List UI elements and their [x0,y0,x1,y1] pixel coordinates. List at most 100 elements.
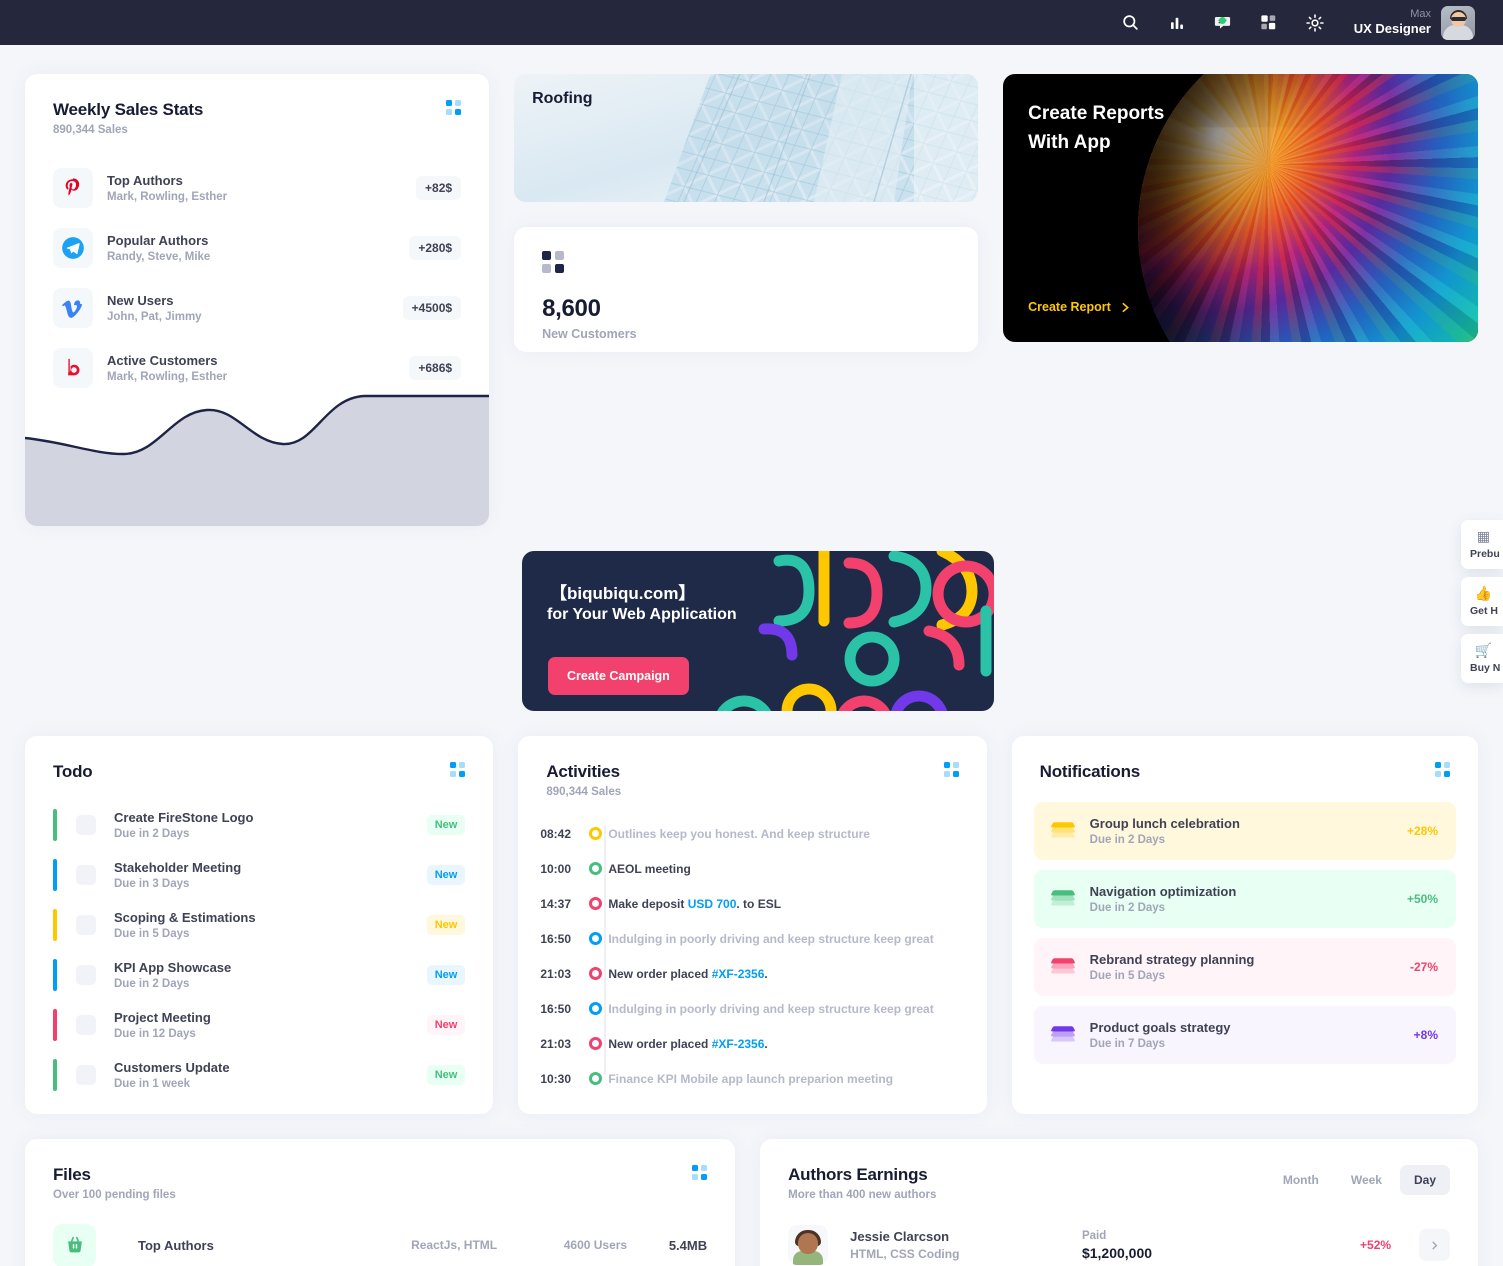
activities-subtitle: 890,344 Sales [546,786,622,798]
list-item-people: Randy, Steve, Mike [107,251,211,263]
status-badge: New [426,915,466,935]
list-item[interactable]: New Users John, Pat, Jimmy +4500$ [53,278,462,338]
avatar[interactable] [1441,5,1475,40]
activity-link[interactable]: USD 700 [688,897,737,911]
activities-options-icon[interactable] [943,762,959,777]
list-item-amount: +82$ [416,176,462,200]
todo-color-bar [53,1009,57,1041]
topbar-icon-group [1118,10,1328,36]
notification-title: Product goals strategy [1089,1020,1231,1035]
chat-icon[interactable] [1210,10,1236,36]
activity-time: 21:03 [540,966,572,981]
status-badge: New [426,865,466,885]
get-help-button[interactable]: 👍 Get H [1461,577,1503,626]
todo-title: KPI App Showcase [114,960,232,975]
apps-icon[interactable] [1256,10,1282,36]
new-customers-label: New Customers [542,327,637,341]
telegram-icon [53,228,93,268]
chevron-right-icon[interactable] [1419,1229,1450,1261]
buy-now-button[interactable]: 🛒 Buy N [1461,634,1503,683]
prebuilt-button[interactable]: ▦ Prebu [1461,520,1503,569]
paid-amount: $1,200,000 [1081,1244,1153,1261]
paid-label: Paid [1081,1229,1107,1242]
notification-due: Due in 2 Days [1089,902,1166,914]
file-size: 5.4MB [668,1237,708,1253]
timeline-dot-wrap [582,1002,608,1015]
list-item[interactable]: Product goals strategy Due in 7 Days +8% [1033,1006,1456,1064]
list-item-amount: +4500$ [402,296,462,320]
activity-text: Finance KPI Mobile app launch preparion … [608,1071,894,1086]
notifications-options-icon[interactable] [1435,762,1450,777]
files-subtitle: Over 100 pending files [53,1189,176,1201]
notification-title: Navigation optimization [1089,884,1237,899]
list-item[interactable]: Group lunch celebration Due in 2 Days +28% [1033,802,1456,860]
create-report-link[interactable]: Create Report [1028,300,1132,314]
list-item[interactable]: Customers Update Due in 1 week New [53,1050,466,1100]
list-item[interactable]: Project Meeting Due in 12 Days New [53,1000,466,1050]
todo-checkbox[interactable] [76,1065,96,1085]
chart-icon[interactable] [1164,10,1190,36]
search-icon[interactable] [1118,10,1144,36]
timeline-dot-icon [588,897,602,910]
list-item[interactable]: Popular Authors Randy, Steve, Mike +280$ [53,218,462,278]
user-menu[interactable]: Max UX Designer [1354,5,1475,40]
activity-time: 08:42 [540,826,572,841]
todo-checkbox[interactable] [76,1015,96,1035]
avatar [788,1225,829,1265]
todo-title: Project Meeting [114,1010,211,1025]
create-campaign-button[interactable]: Create Campaign [548,657,689,695]
activity-time: 14:37 [540,896,572,911]
todo-options-icon[interactable] [450,762,466,777]
table-row[interactable]: Jessie Clarcson HTML, CSS Coding Paid $1,20… [788,1215,1450,1266]
weekly-sales-list: Top Authors Mark, Rowling, Esther +82$ P… [25,136,489,398]
todo-checkbox[interactable] [76,965,96,985]
basket-icon [53,1223,96,1266]
activity-time: 10:30 [540,1071,572,1086]
todo-meta: Project Meeting Due in 12 Days [114,1010,427,1040]
files-title: Files [53,1165,91,1184]
create-reports-card[interactable]: Create Reports With App Create Report [1003,74,1478,342]
activity-link[interactable]: #XF-2356 [712,1037,765,1051]
online-status-dot [1219,16,1227,24]
row-bottom: Files Over 100 pending files Top Authors… [25,1139,1478,1266]
todo-checkbox[interactable] [76,915,96,935]
theme-icon[interactable] [1302,10,1328,36]
notification-meta: Product goals strategy Due in 7 Days [1090,1020,1414,1050]
files-options-icon[interactable] [692,1165,708,1180]
list-item[interactable]: Create FireStone Logo Due in 2 Days New [53,800,466,850]
tab-week[interactable]: Week [1337,1165,1396,1195]
notification-due: Due in 7 Days [1089,1038,1166,1050]
buy-now-label: Buy N [1470,662,1501,674]
todo-checkbox[interactable] [76,865,96,885]
list-item[interactable]: Top Authors Mark, Rowling, Esther +82$ [53,158,462,218]
roofing-card[interactable]: Roofing [514,74,979,202]
tab-month[interactable]: Month [1269,1165,1333,1195]
activity-text: New order placed [608,1036,712,1051]
row-campaign: 【biqubiqu.com】 for Your Web Application … [25,551,1478,711]
todo-title: Create FireStone Logo [114,810,254,825]
list-item[interactable]: Stakeholder Meeting Due in 3 Days New [53,850,466,900]
activity-link[interactable]: #XF-2356 [712,967,765,981]
notifications-card: Notifications Group lunch celebration Due… [1011,736,1478,1114]
activity-content: Outlines keep you honest. And keep struc… [608,827,870,841]
timeline-dot-wrap [582,897,608,910]
list-item[interactable]: Navigation optimization Due in 2 Days +50% [1033,870,1456,928]
todo-header: Todo [25,736,493,782]
table-row[interactable]: Top Authors ReactJs, HTML 4600 Users 5.4MB [53,1217,707,1266]
file-name: Top Authors [138,1237,214,1253]
list-item[interactable]: Scoping & Estimations Due in 5 Days New [53,900,466,950]
weekly-sales-options-icon[interactable] [446,100,462,115]
todo-color-bar [53,809,57,841]
timeline-dot-icon [588,1002,602,1015]
list-item[interactable]: KPI App Showcase Due in 2 Days New [53,950,466,1000]
activity-time: 16:50 [540,931,572,946]
vimeo-icon [53,288,93,328]
todo-checkbox[interactable] [76,815,96,835]
activity-time: 10:00 [540,861,572,876]
activity-text: Make deposit [608,896,688,911]
notifications-list: Group lunch celebration Due in 2 Days +28%… [1012,782,1478,1064]
tab-day[interactable]: Day [1399,1165,1450,1195]
timeline-dot-icon [588,827,602,840]
list-item[interactable]: Rebrand strategy planning Due in 5 Days -2… [1033,938,1456,996]
todo-title: Scoping & Estimations [114,910,256,925]
